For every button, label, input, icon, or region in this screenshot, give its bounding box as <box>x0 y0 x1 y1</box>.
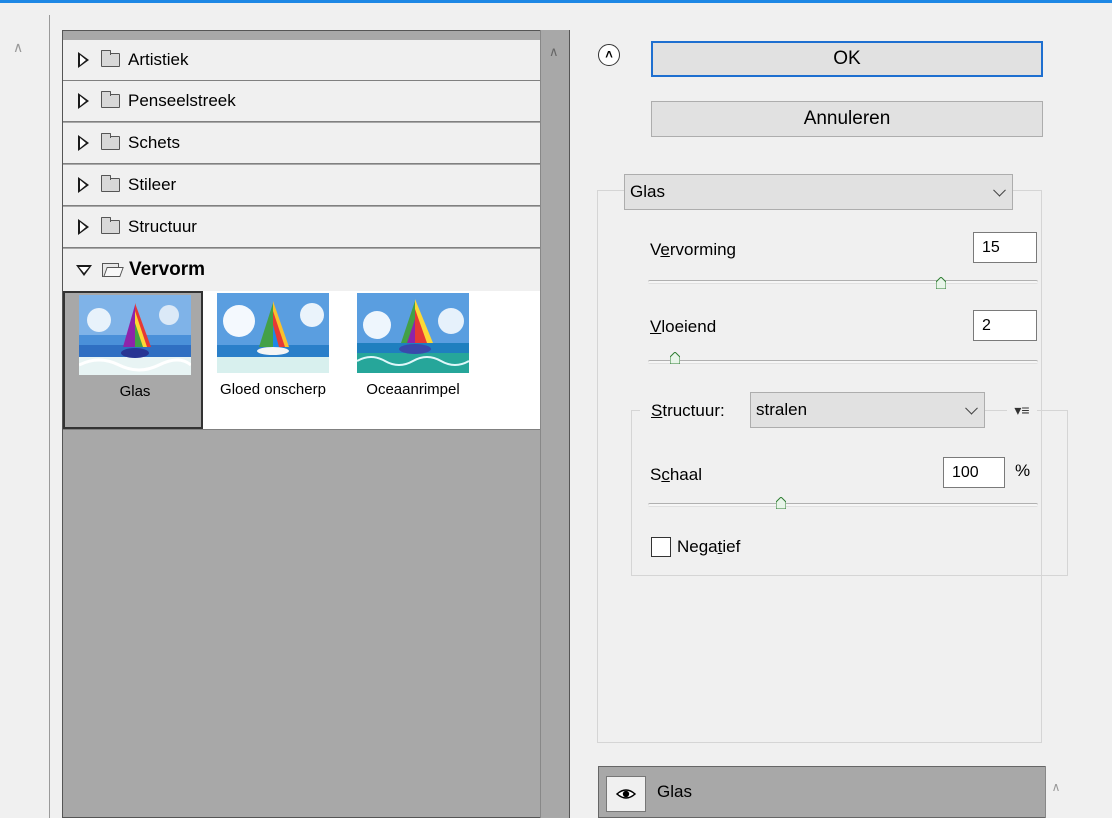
category-label: Structuur <box>128 217 197 236</box>
folder-icon <box>101 175 120 192</box>
thumbnail-image <box>79 295 191 375</box>
structuur-label: Structuur: <box>651 401 725 420</box>
expand-triangle-icon[interactable] <box>78 52 89 68</box>
preview-scrollbar[interactable]: ∧ <box>0 15 50 818</box>
category-penseelstreek[interactable]: Penseelstreek <box>63 81 540 122</box>
double-chevron-up-icon[interactable]: ˄ <box>598 44 620 66</box>
category-vervorm[interactable]: Vervorm <box>63 249 540 291</box>
folder-icon <box>101 50 120 67</box>
folder-icon <box>101 133 120 150</box>
category-label: Penseelstreek <box>128 91 236 110</box>
vervorming-slider[interactable] <box>648 280 1038 284</box>
structuur-select-value: stralen <box>756 400 808 419</box>
cancel-button[interactable]: Annuleren <box>651 101 1043 137</box>
category-label: Artistiek <box>128 50 189 69</box>
category-artistiek[interactable]: Artistiek <box>63 40 540 81</box>
window-top-border <box>0 0 1112 3</box>
schaal-slider-handle[interactable] <box>775 497 786 509</box>
negatief-checkbox[interactable] <box>651 537 671 557</box>
structuur-select[interactable]: stralen <box>750 392 985 428</box>
negatief-label: Negatief <box>677 537 741 556</box>
category-label: Vervorm <box>129 259 206 280</box>
schaal-unit: % <box>1015 461 1031 480</box>
expand-triangle-icon[interactable] <box>78 135 89 151</box>
category-structuur[interactable]: Structuur <box>63 207 540 248</box>
vloeiend-input[interactable]: 2 <box>973 310 1037 341</box>
thumbnail-caption: Oceaanrimpel <box>366 381 460 398</box>
thumbnail-image <box>357 293 469 373</box>
thumbnail-oceaanrimpel[interactable]: Oceaanrimpel <box>343 291 483 429</box>
filter-select[interactable]: Glas <box>624 174 1013 210</box>
vloeiend-slider[interactable] <box>648 360 1038 364</box>
scroll-up-icon[interactable]: ∧ <box>13 39 23 56</box>
thumbnail-image <box>217 293 329 373</box>
filter-thumbnails: Glas Gloed onscherp Oceaanrimpel <box>63 291 540 430</box>
vervorming-slider-handle[interactable] <box>935 277 946 289</box>
vervorming-input[interactable]: 15 <box>973 232 1037 263</box>
category-stileer[interactable]: Stileer <box>63 165 540 206</box>
scroll-up-icon[interactable]: ∧ <box>549 44 559 60</box>
vervorming-label: Vervorming <box>650 240 736 259</box>
expand-triangle-icon[interactable] <box>78 219 89 235</box>
schaal-slider[interactable] <box>648 503 1038 507</box>
thumbnail-glas[interactable]: Glas <box>63 291 203 429</box>
category-label: Stileer <box>128 175 177 194</box>
vloeiend-label: Vloeiend <box>650 317 717 336</box>
panel-menu-icon[interactable]: ▾≡ <box>1007 400 1037 420</box>
thumbnail-caption: Gloed onscherp <box>220 381 326 398</box>
chevron-down-icon <box>965 401 978 415</box>
folder-icon <box>101 217 120 234</box>
ok-button[interactable]: OK <box>651 41 1043 77</box>
thumbnail-caption: Glas <box>119 383 151 400</box>
folder-icon <box>101 91 120 108</box>
schaal-input[interactable]: 100 <box>943 457 1005 488</box>
layers-scrollbar[interactable]: ∧ <box>1045 766 1066 818</box>
category-scrollbar[interactable]: ∧ <box>540 30 570 818</box>
category-schets[interactable]: Schets <box>63 123 540 164</box>
layer-name[interactable]: Glas <box>657 782 692 802</box>
thumbnail-gloed-onscherp[interactable]: Gloed onscherp <box>203 291 343 429</box>
eye-icon[interactable] <box>606 776 646 812</box>
collapse-triangle-icon[interactable] <box>76 264 92 276</box>
expand-triangle-icon[interactable] <box>78 177 89 193</box>
vloeiend-slider-handle[interactable] <box>670 352 681 364</box>
chevron-down-icon <box>993 183 1006 197</box>
open-folder-icon <box>102 263 124 277</box>
category-label: Schets <box>128 133 180 152</box>
schaal-label: Schaal <box>650 465 702 484</box>
filter-select-value: Glas <box>630 182 665 201</box>
expand-triangle-icon[interactable] <box>78 93 89 109</box>
